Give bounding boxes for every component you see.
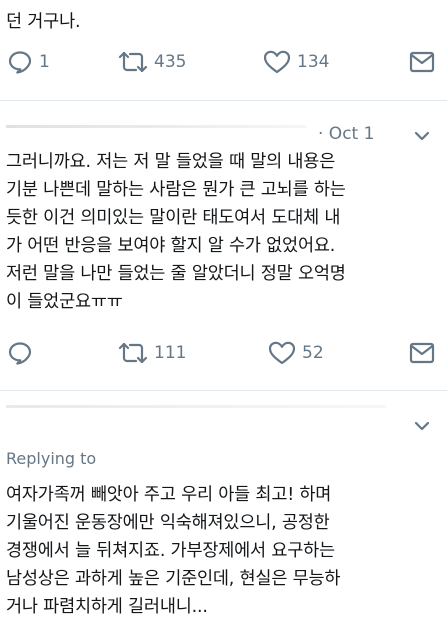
like-button[interactable]: 52 xyxy=(268,338,324,368)
chevron-down-icon[interactable] xyxy=(414,421,430,433)
share-button[interactable] xyxy=(409,47,435,77)
tweet-actions: 111 52 xyxy=(0,338,447,368)
author-line-obscured xyxy=(6,125,306,128)
author-line-obscured xyxy=(6,405,386,408)
retweet-count: 435 xyxy=(154,52,187,72)
envelope-icon xyxy=(409,342,435,364)
tweet-text: 그러니까요. 저는 저 말 들었을 때 말의 내용은 기분 나쁜데 말하는 사람… xyxy=(6,152,346,312)
tweet-text: 여자가족꺼 빼앗아 주고 우리 아들 최고! 하며 기울어진 운동장에만 익숙해… xyxy=(6,485,341,617)
reply-count: 1 xyxy=(39,52,50,72)
chevron-down-icon[interactable] xyxy=(414,131,430,143)
retweet-button[interactable]: 435 xyxy=(118,47,186,77)
tweet-2: · Oct 1 그러니까요. 저는 저 말 들었을 때 말의 내용은 기분 나쁜… xyxy=(0,101,447,411)
replying-to-label: Replying to xyxy=(6,449,97,468)
tweet-3: Replying to 여자가족꺼 빼앗아 주고 우리 아들 최고! 하며 기울… xyxy=(0,391,447,627)
like-button[interactable]: 134 xyxy=(263,47,329,77)
retweet-icon xyxy=(118,51,148,73)
retweet-count: 111 xyxy=(154,343,187,363)
tweet-date: · Oct 1 xyxy=(318,124,375,144)
reply-button[interactable] xyxy=(7,338,39,368)
like-count: 52 xyxy=(302,343,324,363)
heart-icon xyxy=(263,50,291,74)
heart-icon xyxy=(268,341,296,365)
reply-icon xyxy=(8,342,32,365)
envelope-icon xyxy=(409,51,435,73)
like-count: 134 xyxy=(297,52,330,72)
share-button[interactable] xyxy=(409,338,435,368)
tweet-actions: 1 435 134 xyxy=(0,47,447,77)
tweet-1: 던 거구나. 1 435 134 xyxy=(0,0,447,100)
reply-button[interactable]: 1 xyxy=(7,47,50,77)
retweet-icon xyxy=(118,342,148,364)
tweet-text: 던 거구나. xyxy=(6,12,81,32)
retweet-button[interactable]: 111 xyxy=(118,338,186,368)
reply-icon xyxy=(8,51,32,74)
